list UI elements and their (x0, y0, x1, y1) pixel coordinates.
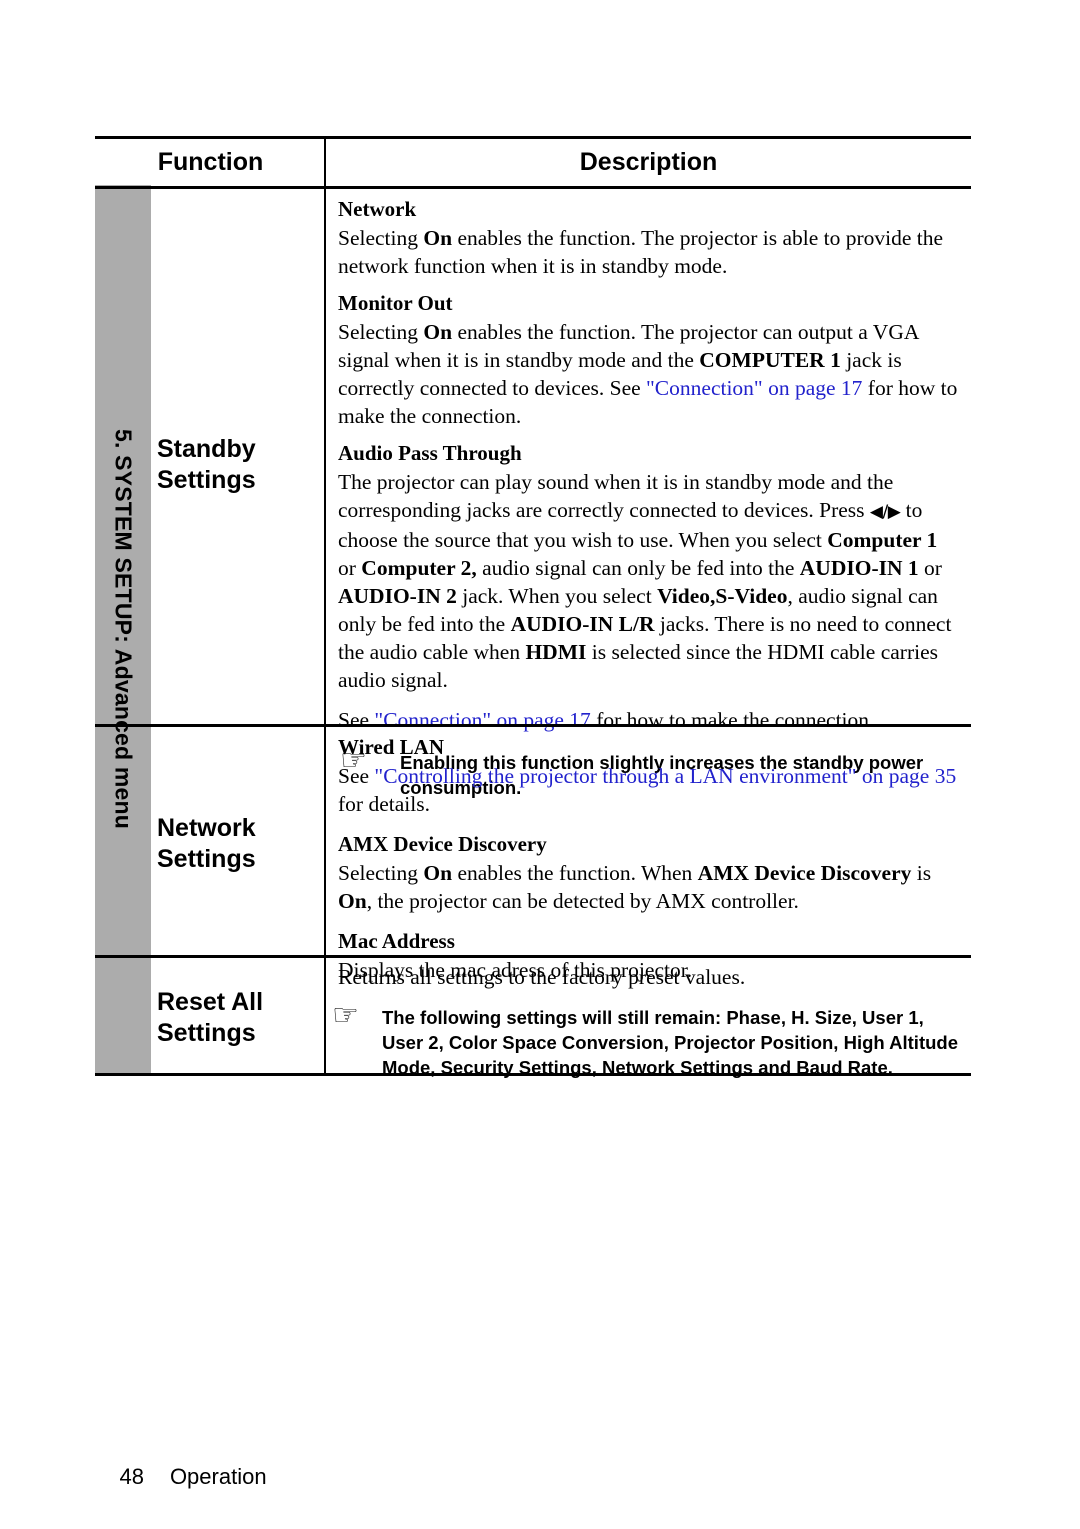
function-label-line1: Network (157, 814, 256, 842)
column-header-function: Function (157, 148, 264, 176)
paragraph-monitor-out: Selecting On enables the function. The p… (338, 318, 959, 430)
emphasis-computer-1: COMPUTER 1 (699, 348, 841, 372)
page-footer: 48 Operation (95, 1438, 267, 1516)
text-fragment: for details. (338, 792, 430, 816)
text-fragment: enables the function. When (452, 861, 698, 885)
note-text: The following settings will still remain… (382, 1007, 958, 1078)
table-bottom-border (95, 1073, 971, 1076)
paragraph-wired-lan: See "Controlling the projector through a… (338, 762, 959, 818)
table-row: Reset All Settings Returns all settings … (95, 958, 971, 1078)
emphasis-on: On (423, 861, 453, 885)
cross-reference-link-lan-environment[interactable]: "Controlling the projector through a LAN… (374, 764, 956, 788)
emphasis-computer-1: Computer 1 (827, 528, 938, 552)
text-fragment: The projector can play sound when it is … (338, 470, 894, 522)
table-header-row: Function Description (95, 139, 971, 186)
cross-reference-link-connection[interactable]: "Connection" on page 17 (646, 376, 862, 400)
function-label-network-settings: Network Settings (95, 813, 326, 875)
text-fragment: jack. When you select (456, 584, 658, 608)
paragraph-audio-pass-through: The projector can play sound when it is … (338, 468, 959, 694)
text-fragment: or (338, 556, 362, 580)
table-row: Network Settings Wired LAN See "Controll… (95, 727, 971, 982)
footer-section-name: Operation (169, 1464, 267, 1489)
function-label-line2: Settings (157, 466, 256, 494)
document-page: 5. SYSTEM SETUP: Advanced menu Function … (0, 0, 1080, 1529)
left-right-arrow-icons: ◀/▶ (869, 502, 901, 522)
subheading-audio-pass-through: Audio Pass Through (338, 441, 522, 465)
emphasis-on: On (338, 889, 367, 913)
header-column-divider (324, 139, 326, 186)
emphasis-on: On (423, 226, 453, 250)
text-fragment: Selecting (338, 226, 424, 250)
emphasis-hdmi: HDMI (525, 640, 587, 664)
function-label-standby-settings: Standby Settings (95, 434, 326, 496)
function-label-line2: Settings (157, 1019, 256, 1047)
table-row: Standby Settings Network Selecting On en… (95, 189, 971, 798)
text-fragment: Selecting (338, 320, 424, 344)
footer-page-number: 48 (119, 1464, 144, 1489)
emphasis-video-s-video: Video,S-Video (657, 584, 788, 608)
text-fragment: , the projector can be detected by AMX c… (366, 889, 799, 913)
function-label-line1: Standby (157, 435, 256, 463)
emphasis-on: On (423, 320, 453, 344)
subheading-mac-address: Mac Address (338, 929, 455, 953)
emphasis-audio-in-2: AUDIO-IN 2 (338, 584, 457, 608)
subheading-network: Network (338, 197, 417, 221)
emphasis-audio-in-lr: AUDIO-IN L/R (510, 612, 655, 636)
description-cell-network-settings: Wired LAN See "Controlling the projector… (326, 733, 971, 993)
text-fragment: is (911, 861, 932, 885)
pointing-hand-icon: ☞ (332, 998, 359, 1033)
function-label-line1: Reset All (157, 988, 264, 1016)
paragraph-reset-all: Returns all settings to the factory pres… (338, 965, 746, 989)
subheading-monitor-out: Monitor Out (338, 291, 453, 315)
function-label-reset-all-settings: Reset All Settings (95, 987, 326, 1049)
subheading-wired-lan: Wired LAN (338, 735, 444, 759)
subheading-amx-device-discovery: AMX Device Discovery (338, 832, 547, 856)
note-remaining-settings: ☞ The following settings will still rema… (332, 1001, 959, 1080)
text-fragment: See (338, 764, 375, 788)
description-cell-standby-settings: Network Selecting On enables the functio… (326, 195, 971, 800)
text-fragment: or (918, 556, 942, 580)
emphasis-computer-2: Computer 2, (361, 556, 477, 580)
function-label-line2: Settings (157, 845, 256, 873)
emphasis-audio-in-1: AUDIO-IN 1 (799, 556, 919, 580)
column-header-description: Description (579, 148, 718, 176)
text-fragment: audio signal can only be fed into the (476, 556, 800, 580)
description-cell-reset-all-settings: Returns all settings to the factory pres… (326, 963, 971, 1080)
text-fragment: Selecting (338, 861, 424, 885)
paragraph-network: Selecting On enables the function. The p… (338, 224, 959, 280)
paragraph-amx-device-discovery: Selecting On enables the function. When … (338, 859, 959, 915)
emphasis-amx-device-discovery: AMX Device Discovery (697, 861, 912, 885)
